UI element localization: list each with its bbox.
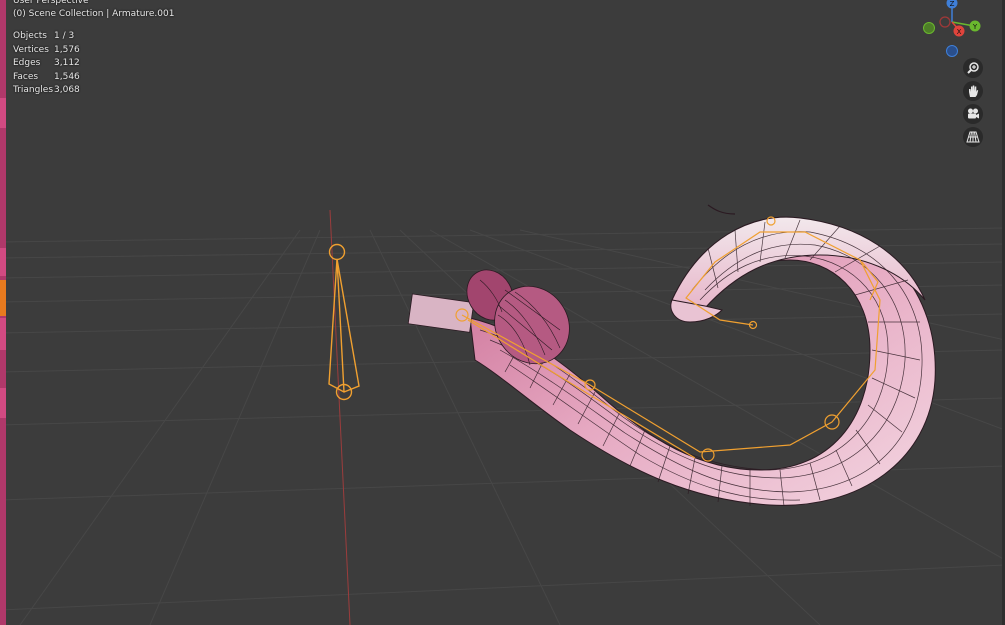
stat-label: Objects bbox=[13, 31, 48, 41]
gizmo-y-label: Y bbox=[972, 23, 978, 31]
stat-value: 3,068 bbox=[54, 85, 80, 95]
camera-icon bbox=[968, 108, 979, 119]
stat-value: 1 / 3 bbox=[54, 31, 75, 41]
stat-label: Edges bbox=[13, 58, 41, 68]
active-tab-marker[interactable] bbox=[0, 280, 6, 316]
stat-label: Triangles bbox=[13, 85, 54, 95]
strip-marker bbox=[0, 388, 6, 418]
gizmo-x-label: X bbox=[957, 28, 962, 36]
stat-row-triangles: Triangles 3,068 bbox=[13, 84, 174, 98]
stat-label: Vertices bbox=[13, 44, 49, 55]
viewport-text-overlay: User Perspective (0) Scene Collection | … bbox=[13, 0, 174, 98]
armature-bone-left[interactable] bbox=[328, 243, 360, 401]
view-name: User Perspective bbox=[13, 0, 89, 6]
zoom-icon bbox=[967, 62, 979, 74]
stat-value: 1,576 bbox=[54, 44, 80, 55]
3d-viewport[interactable]: User Perspective (0) Scene Collection | … bbox=[0, 0, 1005, 625]
stat-row-objects: Objects 1 / 3 bbox=[13, 30, 174, 44]
stat-row-faces: Faces 1,546 bbox=[13, 71, 174, 85]
collection-label: (0) Scene Collection | Armature.001 bbox=[13, 9, 175, 19]
gizmo-neg-z-axis[interactable] bbox=[946, 45, 958, 57]
scene-statistics: Objects 1 / 3 Vertices 1,576 Edges 3,112… bbox=[13, 30, 174, 98]
hand-pan-icon bbox=[969, 85, 979, 97]
gizmo-neg-x-axis[interactable] bbox=[939, 16, 951, 28]
zoom-button[interactable] bbox=[963, 58, 983, 78]
left-toolbar-strip bbox=[0, 0, 6, 625]
strip-marker bbox=[0, 248, 6, 276]
stat-label: Faces bbox=[13, 71, 39, 82]
pan-button[interactable] bbox=[963, 81, 983, 101]
stat-value: 1,546 bbox=[54, 71, 80, 82]
strip-marker bbox=[0, 98, 6, 128]
gizmo-neg-y-axis[interactable] bbox=[923, 22, 935, 34]
grid-perspective-icon bbox=[966, 131, 980, 143]
navigation-gizmo[interactable]: Z Y X bbox=[918, 0, 984, 60]
gizmo-z-label: Z bbox=[950, 0, 955, 8]
strip-marker bbox=[0, 318, 6, 350]
perspective-toggle-button[interactable] bbox=[963, 127, 983, 147]
stat-row-vertices: Vertices 1,576 bbox=[13, 44, 174, 58]
stat-value: 3,112 bbox=[54, 58, 80, 68]
stat-row-edges: Edges 3,112 bbox=[13, 57, 174, 71]
camera-view-button[interactable] bbox=[963, 104, 983, 124]
